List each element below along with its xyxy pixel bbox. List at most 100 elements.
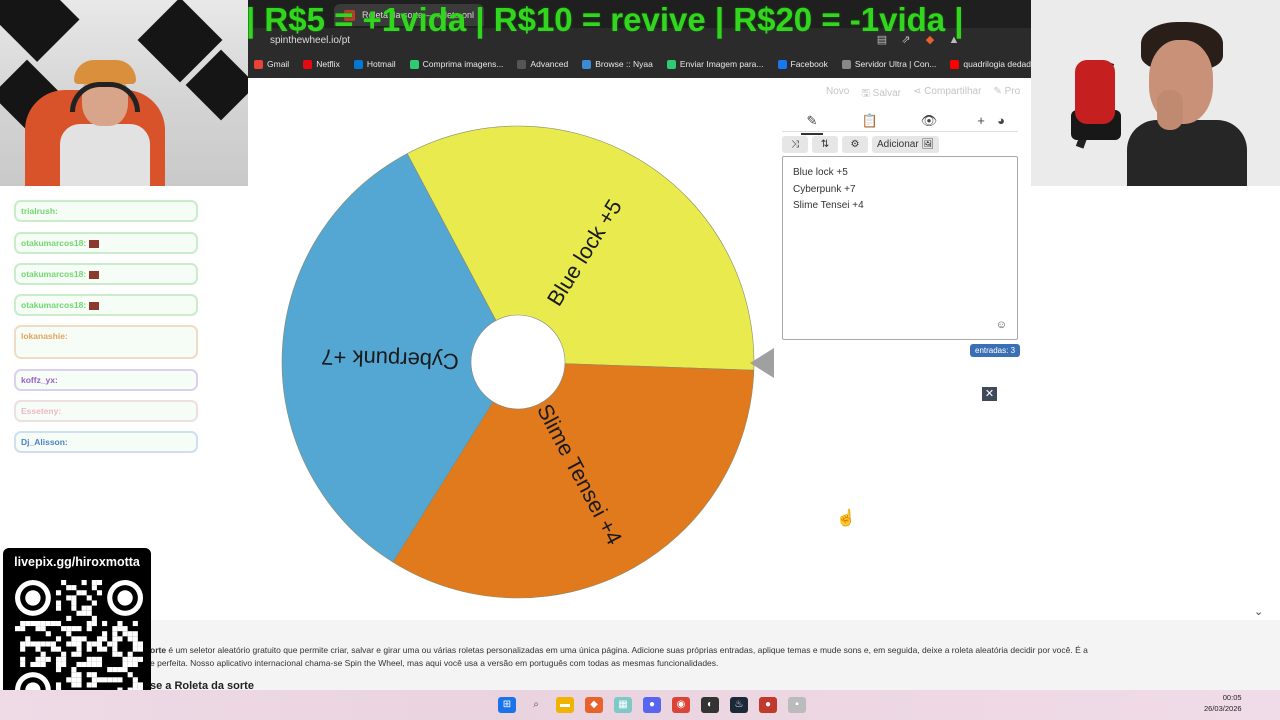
save-label: Salvar [872, 88, 902, 99]
bookmark-item[interactable]: Comprima imagens... [409, 59, 504, 69]
file-explorer-icon[interactable]: ▬ [556, 697, 574, 713]
wheel-thumbnail-icon[interactable]: ◕ [990, 112, 1012, 130]
taskbar-clock[interactable]: 00:05 26/03/2026 [1204, 692, 1242, 714]
settings-gear-icon[interactable]: ⚙ [842, 136, 868, 153]
chat-username: Esseteny: [21, 406, 62, 416]
chat-message: otakumarcos18: [14, 294, 198, 316]
record-icon[interactable]: ● [759, 697, 777, 713]
search-icon[interactable]: ⌕ [527, 697, 545, 713]
description-text: é um seletor aleatório gratuito que perm… [166, 645, 1088, 655]
bookmark-item[interactable]: Netflix [303, 59, 340, 69]
bookmark-favicon-icon [950, 59, 960, 69]
stream-banner: | R$5 = +1vida | R$10 = revive | R$20 = … [246, 1, 964, 38]
bookmark-label: quadrilogia dedadã... [963, 59, 1031, 69]
close-icon[interactable]: ✕ [982, 387, 997, 401]
wheel-segment-label: Cyberpunk +7 [321, 344, 459, 374]
bookmark-label: Browse :: Nyaa [595, 59, 653, 69]
chevron-down-icon[interactable]: ⌄ [1254, 605, 1263, 618]
bookmark-favicon-icon [303, 59, 313, 69]
share-button[interactable]: ⋖ Compartilhar [913, 86, 981, 103]
spin-wheel[interactable]: Blue lock +5Slime Tensei +4Cyberpunk +7 [270, 110, 770, 610]
bookmark-label: Gmail [267, 59, 290, 69]
brave-browser-icon[interactable]: ◆ [585, 697, 603, 713]
mouse-cursor-icon: ☝ [836, 510, 856, 527]
editor-tabs: ✎ 📋 👁 + ◕ [782, 108, 1018, 135]
chat-username: trialrush: [21, 206, 58, 216]
entry-count-badge: entradas: 3 [970, 344, 1021, 357]
bookmarks-bar: Gmail Netflix Hotmail Comprima imagens... Ad… [248, 55, 1031, 73]
bookmark-label: Comprima imagens... [422, 59, 504, 69]
bookmark-favicon-icon [582, 59, 592, 69]
wheel-center-hole[interactable] [470, 314, 566, 410]
chat-emote-icon [89, 270, 100, 279]
clock-time: 00:05 [1222, 693, 1242, 702]
add-image-label: Adicionar [877, 139, 919, 150]
entry-line: Cyberpunk +7 [793, 183, 856, 195]
editor-toolbar: ⤨ ⇅ ⚙ Adicionar 🖼 [782, 136, 940, 154]
hide-eye-icon[interactable]: 👁 [918, 112, 940, 130]
chat-message: lokanashie: [14, 325, 198, 359]
chat-message: otakumarcos18: [14, 263, 198, 285]
app-icon[interactable]: ▦ [614, 697, 632, 713]
description-text-2: e perfeita. Nosso aplicativo internacion… [150, 658, 719, 668]
chat-message: koffz_yx: [14, 369, 198, 391]
brand-name: orte [150, 645, 167, 655]
edit-pencil-icon[interactable]: ✎ [801, 112, 823, 135]
webcam-right [1031, 0, 1280, 186]
results-clipboard-icon[interactable]: 📋 [859, 112, 881, 130]
bookmark-item[interactable]: Advanced [517, 59, 568, 69]
share-label: Compartilhar [924, 86, 982, 97]
bookmark-label: Facebook [790, 59, 828, 69]
discord-icon[interactable]: ● [643, 697, 661, 713]
app-icon-extra[interactable]: ▪ [788, 697, 806, 713]
chrome-icon[interactable]: ◉ [672, 697, 690, 713]
obs-icon[interactable]: ◐ [701, 697, 719, 713]
chat-message: trialrush: [14, 200, 198, 222]
chat-message: Esseteny: [14, 400, 198, 422]
bookmark-favicon-icon [841, 59, 851, 69]
screen: Roleta da sorte — roleta onl spinthewhee… [0, 0, 1280, 720]
bookmark-item[interactable]: Servidor Ultra | Con... [841, 59, 936, 69]
entries-textarea[interactable]: Blue lock +5 Cyberpunk +7 Slime Tensei +4 ☺ [782, 156, 1018, 340]
pro-button[interactable]: ✎ Pro [993, 86, 1020, 103]
microphone [1075, 60, 1115, 124]
emoji-smiley-icon[interactable]: ☺ [996, 319, 1007, 331]
chat-username: lokanashie: [21, 331, 68, 341]
steam-icon[interactable]: ♨ [730, 697, 748, 713]
bookmark-favicon-icon [409, 59, 419, 69]
bookmark-label: Advanced [530, 59, 569, 69]
chat-username: koffz_yx: [21, 375, 58, 385]
bookmark-item[interactable]: Facebook [777, 59, 828, 69]
bookmark-item[interactable]: Enviar Imagem para... [666, 59, 764, 69]
page-description-section: orte é um seletor aleatório gratuito que… [150, 620, 1280, 692]
add-wheel-plus-icon[interactable]: + [970, 112, 992, 130]
add-image-button[interactable]: Adicionar 🖼 [872, 136, 940, 153]
bookmark-favicon-icon [353, 59, 363, 69]
chat-message: otakumarcos18: [14, 232, 198, 254]
chat-username: otakumarcos18: [21, 269, 87, 279]
chat-username: otakumarcos18: [21, 238, 87, 248]
entry-line: Slime Tensei +4 [793, 200, 864, 211]
save-button[interactable]: 🖫 Salvar [861, 86, 901, 103]
bookmark-item[interactable]: Hotmail [353, 59, 396, 69]
wheel-actions: Novo 🖫 Salvar ⋖ Compartilhar ✎ Pro [826, 86, 1020, 103]
chat-emote-icon [89, 239, 100, 248]
bookmark-item[interactable]: quadrilogia dedadã... [950, 59, 1031, 69]
livepix-title: livepix.gg/hiroxmotta [14, 555, 140, 569]
entry-line: Blue lock +5 [793, 167, 848, 178]
bookmark-favicon-icon [666, 59, 676, 69]
chat-username: otakumarcos18: [21, 300, 87, 310]
webcam-left [0, 0, 248, 186]
bookmark-favicon-icon [254, 59, 263, 69]
taskbar-apps: ⊞ ⌕ ▬ ◆ ▦ ● ◉ ◐ ♨ ● ▪ [498, 697, 806, 713]
chat-message: Dj_Alisson: [14, 431, 198, 453]
shuffle-icon[interactable]: ⤨ [782, 136, 808, 153]
bookmark-item[interactable]: Browse :: Nyaa [582, 59, 653, 69]
description-paragraph: orte é um seletor aleatório gratuito que… [150, 644, 1180, 670]
bookmark-item[interactable]: Gmail [254, 59, 289, 69]
windows-start-icon[interactable]: ⊞ [498, 697, 516, 713]
bookmark-label: Netflix [316, 59, 340, 69]
bookmark-label: Enviar Imagem para... [679, 59, 764, 69]
sort-icon[interactable]: ⇅ [812, 136, 838, 153]
new-button[interactable]: Novo [826, 86, 849, 103]
